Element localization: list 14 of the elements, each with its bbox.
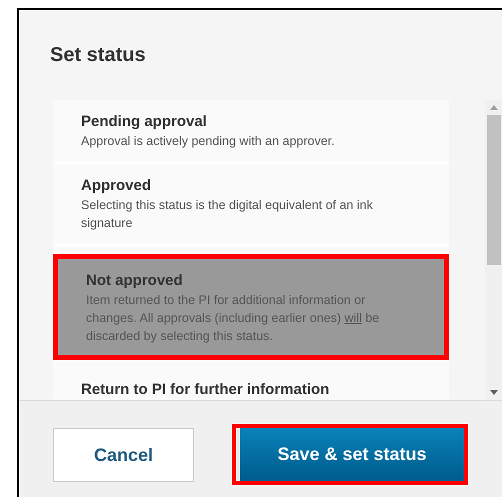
status-description: Item returned to the PI for additional information or changes. All approvals (including earlier ones) will be discarded by selecting this status. xyxy=(86,292,380,345)
dialog-title: Set status xyxy=(50,43,147,68)
status-option[interactable]: Not approved Item returned to the PI for additional information or changes. All approvals (including earlier ones) will be discarded by selecting this status. xyxy=(53,254,449,360)
status-name: Pending approval xyxy=(81,112,208,132)
status-name: Approved xyxy=(81,176,152,196)
cancel-button[interactable]: Cancel xyxy=(53,428,194,482)
status-description: Approval is actively pending with an approver. xyxy=(81,133,336,150)
status-description: Selecting this status is the digital equivalent of an ink signature xyxy=(81,197,374,232)
status-name: Not approved xyxy=(86,271,184,291)
status-name: Return to PI for further information xyxy=(81,380,330,400)
scroll-down-icon[interactable] xyxy=(490,390,498,395)
scrollbar[interactable] xyxy=(485,100,502,400)
scrollbar-thumb[interactable] xyxy=(486,115,500,265)
scroll-up-icon[interactable] xyxy=(490,105,498,110)
